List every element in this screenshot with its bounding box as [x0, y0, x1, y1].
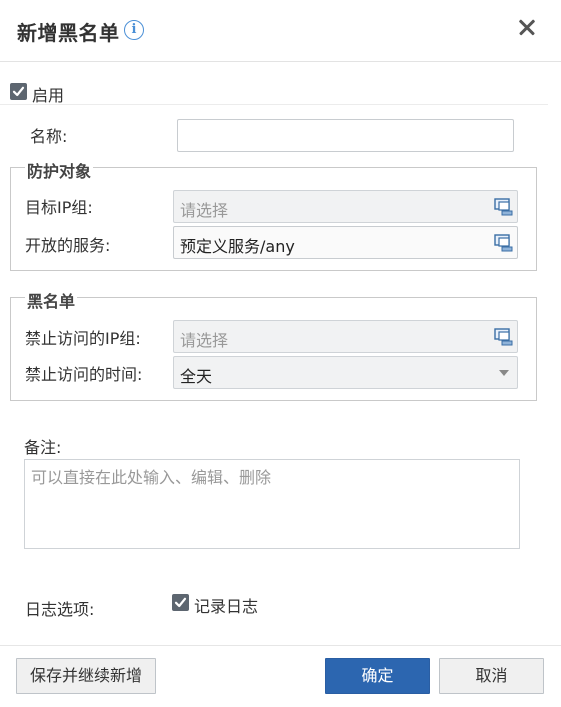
- remarks-label: 备注:: [24, 438, 62, 457]
- close-icon[interactable]: [512, 12, 542, 42]
- picker-icon[interactable]: [494, 233, 514, 253]
- checkmark-icon: [12, 86, 25, 97]
- save-and-continue-button[interactable]: 保存并继续新增: [16, 658, 156, 694]
- open-service-value: 预定义服务/any: [180, 237, 295, 256]
- divider: [0, 104, 548, 105]
- blocked-ip-group-placeholder: 请选择: [180, 331, 229, 350]
- name-input[interactable]: [177, 119, 514, 152]
- enable-checkbox[interactable]: [10, 83, 27, 100]
- dialog-header: 新增黑名单 i: [0, 0, 561, 62]
- target-ip-group-placeholder: 请选择: [180, 201, 229, 220]
- remarks-placeholder: 可以直接在此处输入、编辑、删除: [31, 468, 272, 487]
- record-log-checkbox[interactable]: [172, 594, 189, 611]
- info-icon[interactable]: i: [124, 20, 144, 40]
- open-service-label: 开放的服务:: [25, 236, 111, 255]
- blacklist-legend: 黑名单: [25, 288, 78, 312]
- footer-divider: [0, 645, 561, 646]
- open-service-select[interactable]: 预定义服务/any: [173, 226, 518, 259]
- target-ip-group-select[interactable]: 请选择: [173, 190, 518, 223]
- target-ip-group-label: 目标IP组:: [25, 198, 93, 217]
- confirm-button[interactable]: 确定: [325, 658, 430, 694]
- blocked-time-label: 禁止访问的时间:: [25, 365, 143, 384]
- remarks-textarea[interactable]: 可以直接在此处输入、编辑、删除: [24, 459, 520, 549]
- picker-icon[interactable]: [494, 327, 514, 347]
- blocked-ip-group-select[interactable]: 请选择: [173, 320, 518, 353]
- picker-icon[interactable]: [494, 197, 514, 217]
- blocked-time-dropdown[interactable]: 全天: [173, 356, 518, 389]
- blocked-time-value: 全天: [180, 367, 213, 386]
- cancel-button[interactable]: 取消: [439, 658, 544, 694]
- add-blacklist-dialog: 新增黑名单 i 启用 名称: 防护对象 目标IP组: 请选择 开放的服务: 预定…: [0, 0, 561, 707]
- log-options-label: 日志选项:: [25, 600, 95, 619]
- blocked-ip-group-label: 禁止访问的IP组:: [25, 329, 141, 348]
- protected-object-legend: 防护对象: [25, 158, 94, 182]
- record-log-label: 记录日志: [194, 597, 259, 616]
- enable-label: 启用: [32, 86, 65, 105]
- name-label: 名称:: [30, 127, 68, 146]
- checkmark-icon: [174, 597, 187, 608]
- dialog-title: 新增黑名单: [17, 21, 120, 45]
- chevron-down-icon[interactable]: [499, 370, 509, 376]
